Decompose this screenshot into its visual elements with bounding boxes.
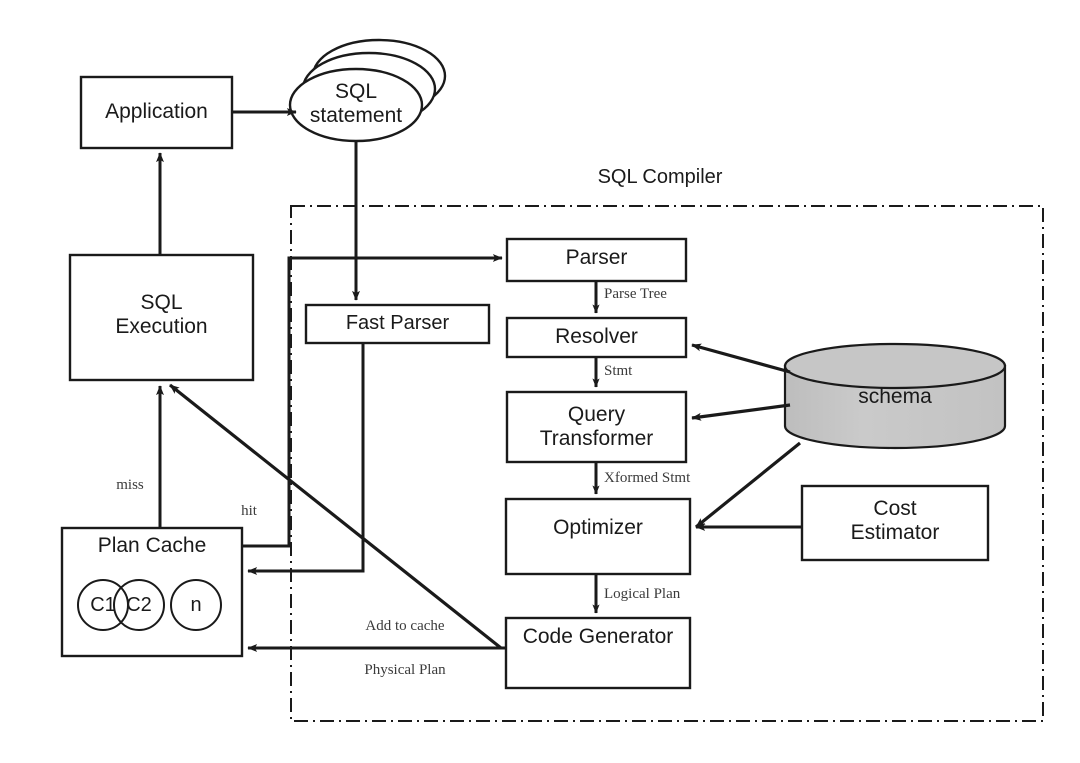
application-box — [79, 75, 234, 150]
edge-fast-parser-to-plan-cache — [247, 343, 365, 575]
sql-statement-ellipse-front — [288, 67, 424, 143]
optimizer-box — [504, 497, 692, 576]
plan-cache-entry-n — [170, 579, 222, 631]
edge-schema-to-query-transformer — [691, 403, 791, 421]
edge-schema-to-optimizer — [694, 441, 802, 529]
cost-estimator-box — [800, 484, 990, 562]
resolver-box — [505, 316, 688, 359]
code-generator-box — [504, 616, 692, 690]
edge-plan-cache-hit-to-parser — [242, 254, 503, 548]
query-transformer-box — [505, 390, 688, 464]
diagram-vector-layer — [60, 38, 1044, 722]
sql-compiler-diagram: Application SQL statement SQL Execution … — [0, 0, 1080, 763]
fast-parser-box — [304, 303, 491, 345]
edge-schema-to-resolver — [691, 343, 791, 374]
schema-cylinder — [783, 342, 1007, 450]
parser-box — [505, 237, 688, 283]
sql-execution-box — [68, 253, 255, 382]
